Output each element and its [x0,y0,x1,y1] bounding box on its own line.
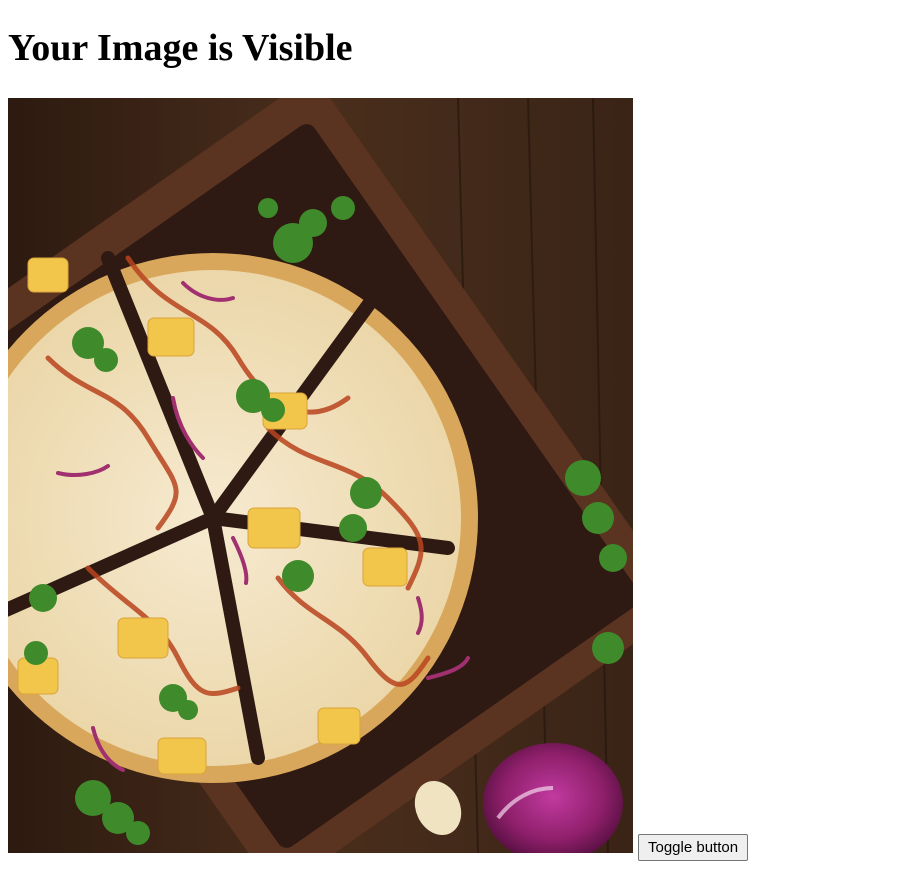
page: Your Image is Visible Toggle button [0,0,914,896]
pizza-image [8,98,633,853]
toggle-button[interactable]: Toggle button [638,834,749,861]
page-title: Your Image is Visible [8,27,353,69]
